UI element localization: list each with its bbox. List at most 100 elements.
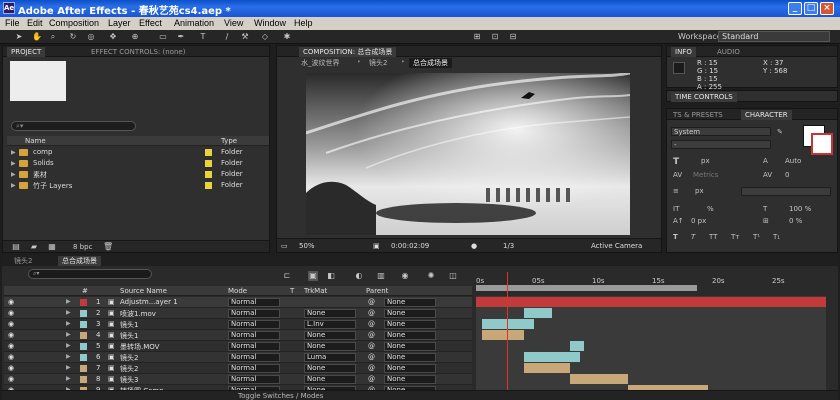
axis-mode-icon[interactable]: ⊞ bbox=[472, 32, 482, 42]
tab-timeline-shot2[interactable]: 镜头2 bbox=[10, 256, 36, 266]
visibility-eye-icon[interactable]: ◉ bbox=[8, 320, 14, 328]
layer-source-name[interactable]: 镜头2 bbox=[120, 364, 138, 374]
interpret-footage-icon[interactable]: ▤ bbox=[11, 242, 21, 252]
layer-mode-dropdown[interactable]: Normal bbox=[228, 375, 280, 384]
layer-bar[interactable] bbox=[570, 341, 584, 351]
always-preview-icon[interactable]: ▭ bbox=[281, 242, 288, 250]
project-item[interactable]: ▶ 素材 Folder bbox=[7, 169, 259, 180]
clone-stamp-tool-icon[interactable]: ⚒ bbox=[240, 32, 250, 42]
motion-blur-icon[interactable]: ◉ bbox=[400, 271, 410, 281]
tab-audio[interactable]: AUDIO bbox=[713, 47, 744, 57]
layer-source-name[interactable]: 镜头2 bbox=[120, 353, 138, 363]
menu-file[interactable]: File bbox=[5, 18, 20, 28]
menu-help[interactable]: Help bbox=[294, 18, 313, 28]
timeline-layer-row[interactable]: ◉ ▶ 8 ▣ 镜头3 Normal None @ None bbox=[4, 374, 472, 385]
eraser-tool-icon[interactable]: ◇ bbox=[260, 32, 270, 42]
layer-bar[interactable] bbox=[482, 330, 524, 340]
layer-parent-dropdown[interactable]: None bbox=[384, 375, 436, 384]
trash-icon[interactable]: 🗑 bbox=[103, 242, 113, 252]
menu-view[interactable]: View bbox=[224, 18, 243, 28]
layer-parent-dropdown[interactable]: None bbox=[384, 320, 436, 329]
layer-trkmat-dropdown[interactable]: None bbox=[304, 364, 356, 373]
visibility-eye-icon[interactable]: ◉ bbox=[8, 342, 14, 350]
pickwhip-icon[interactable]: @ bbox=[368, 375, 375, 383]
menu-edit[interactable]: Edit bbox=[27, 18, 43, 28]
layer-parent-dropdown[interactable]: None bbox=[384, 309, 436, 318]
eyedropper-icon[interactable]: ✎ bbox=[777, 128, 783, 136]
expand-triangle-icon[interactable]: ▶ bbox=[66, 331, 71, 338]
layer-label-color[interactable] bbox=[80, 343, 87, 350]
all-caps-button[interactable]: TT bbox=[709, 233, 717, 241]
layer-label-color[interactable] bbox=[80, 321, 87, 328]
visibility-eye-icon[interactable]: ◉ bbox=[8, 331, 14, 339]
pickwhip-icon[interactable]: @ bbox=[368, 353, 375, 361]
rectangle-tool-icon[interactable]: ▭ bbox=[158, 32, 168, 42]
visibility-eye-icon[interactable]: ◉ bbox=[8, 375, 14, 383]
layer-source-name[interactable]: 喷波1.mov bbox=[120, 309, 156, 319]
layer-label-color[interactable] bbox=[80, 354, 87, 361]
pen-tool-icon[interactable]: ✒ bbox=[176, 32, 186, 42]
work-area-bar[interactable] bbox=[476, 285, 697, 291]
minimize-button[interactable]: _ bbox=[788, 2, 802, 15]
project-search-input[interactable]: ⌕▾ bbox=[11, 121, 136, 131]
current-time-indicator[interactable] bbox=[507, 272, 508, 400]
brush-tool-icon[interactable]: ∕ bbox=[222, 32, 232, 42]
menu-effect[interactable]: Effect bbox=[139, 18, 162, 28]
layer-trkmat-dropdown[interactable]: Luma bbox=[304, 353, 356, 362]
timeline-search-input[interactable]: ⌕▾ bbox=[28, 269, 152, 279]
expand-triangle-icon[interactable]: ▶ bbox=[66, 375, 71, 382]
layer-mode-dropdown[interactable]: Normal bbox=[228, 342, 280, 351]
layer-bar[interactable] bbox=[482, 319, 534, 329]
layer-trkmat-dropdown[interactable]: None bbox=[304, 342, 356, 351]
timeline-layer-row[interactable]: ◉ ▶ 6 ▣ 镜头2 Normal Luma @ None bbox=[4, 352, 472, 363]
brainstorm-icon[interactable]: ✺ bbox=[426, 271, 436, 281]
workspace-dropdown[interactable]: Standard bbox=[718, 31, 830, 42]
timeline-layer-row[interactable]: ◉ ▶ 3 ▣ 镜头1 Normal L.Inv @ None bbox=[4, 319, 472, 330]
current-time-display[interactable]: 0:00:02:09 bbox=[391, 242, 429, 250]
layer-label-color[interactable] bbox=[80, 310, 87, 317]
layer-bar[interactable] bbox=[524, 363, 570, 373]
column-source-name[interactable]: Source Name bbox=[120, 287, 167, 295]
puppet-pin-tool-icon[interactable]: ✱ bbox=[282, 32, 292, 42]
font-family-dropdown[interactable]: System bbox=[671, 127, 771, 136]
breadcrumb-current[interactable]: 总合成场景 bbox=[409, 58, 452, 68]
timeline-layer-row[interactable]: ◉ ▶ 1 ▣ Adjustm...ayer 1 Normal @ None bbox=[4, 297, 472, 308]
label-color-swatch[interactable] bbox=[205, 171, 212, 178]
tab-effects-presets[interactable]: TS & PRESETS bbox=[669, 110, 727, 120]
label-color-swatch[interactable] bbox=[205, 160, 212, 167]
column-type[interactable]: Type bbox=[221, 137, 237, 145]
stroke-type-dropdown[interactable] bbox=[741, 187, 831, 196]
subscript-button[interactable]: T₁ bbox=[773, 233, 780, 241]
pickwhip-icon[interactable]: @ bbox=[368, 309, 375, 317]
tab-time-controls[interactable]: TIME CONTROLS bbox=[671, 92, 737, 102]
layer-bar[interactable] bbox=[524, 352, 580, 362]
menu-composition[interactable]: Composition bbox=[49, 18, 99, 28]
layer-mode-dropdown[interactable]: Normal bbox=[228, 309, 280, 318]
layer-mode-dropdown[interactable]: Normal bbox=[228, 298, 280, 307]
layer-source-name[interactable]: 镜头1 bbox=[120, 331, 138, 341]
column-mode[interactable]: Mode bbox=[228, 287, 247, 295]
live-update-icon[interactable]: ▣ bbox=[308, 271, 318, 281]
zoom-tool-icon[interactable]: ⌕ bbox=[48, 32, 58, 42]
layer-mode-dropdown[interactable]: Normal bbox=[228, 320, 280, 329]
expand-triangle-icon[interactable]: ▶ bbox=[66, 309, 71, 316]
layer-label-color[interactable] bbox=[80, 332, 87, 339]
layer-parent-dropdown[interactable]: None bbox=[384, 331, 436, 340]
expand-triangle-icon[interactable]: ▶ bbox=[66, 353, 71, 360]
breadcrumb-item[interactable]: 镜头2 bbox=[369, 58, 387, 68]
expand-triangle-icon[interactable]: ▶ bbox=[66, 320, 71, 327]
tab-info[interactable]: INFO bbox=[671, 47, 696, 57]
world-axis-icon[interactable]: ⊡ bbox=[490, 32, 500, 42]
tab-effect-controls[interactable]: EFFECT CONTROLS: (none) bbox=[87, 47, 189, 57]
expand-triangle-icon[interactable]: ▶ bbox=[11, 182, 16, 189]
layer-parent-dropdown[interactable]: None bbox=[384, 342, 436, 351]
project-item[interactable]: ▶ 竹子 Layers Folder bbox=[7, 180, 259, 191]
pickwhip-icon[interactable]: @ bbox=[368, 298, 375, 306]
tracking-value[interactable]: 0 bbox=[785, 171, 789, 179]
label-color-swatch[interactable] bbox=[205, 182, 212, 189]
pickwhip-icon[interactable]: @ bbox=[368, 364, 375, 372]
composition-viewer[interactable] bbox=[306, 73, 630, 235]
tab-composition[interactable]: COMPOSITION: 总合成场景 bbox=[299, 47, 397, 57]
pickwhip-icon[interactable]: @ bbox=[368, 342, 375, 350]
timeline-layer-row[interactable]: ◉ ▶ 4 ▣ 镜头1 Normal None @ None bbox=[4, 330, 472, 341]
